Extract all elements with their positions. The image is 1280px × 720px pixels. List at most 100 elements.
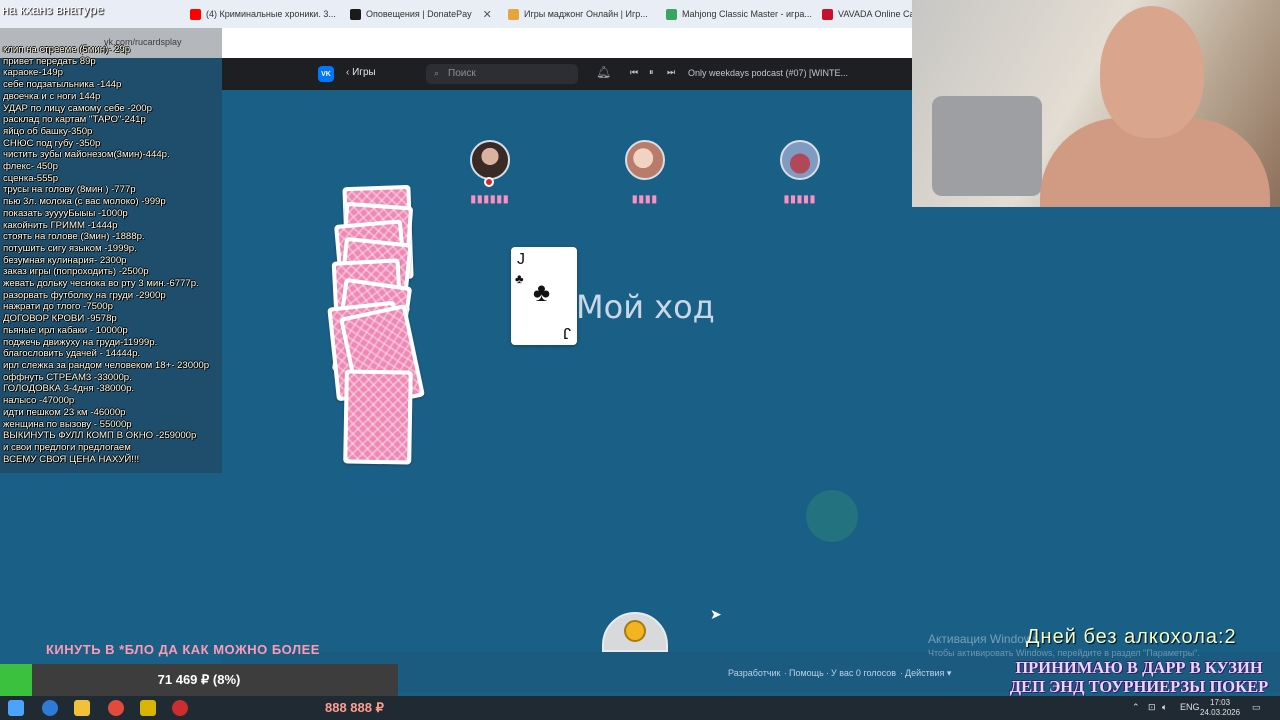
price-list-item: нажрати до тлого -7500р [3,301,113,313]
price-list-panel: клип на стрееме (5мин)- 29р привет переда… [0,28,222,473]
price-list-item: пью 3л. молока (с вас молоко) -999р [3,196,166,208]
price-list-item: пьяные ирл кабаки - 10000р [3,324,128,336]
opponent-1[interactable]: ▮▮▮▮▮▮ [460,140,520,205]
streamer-face [1100,6,1204,138]
edge-icon[interactable] [42,700,58,716]
back-label: Игры [352,67,376,78]
tab-criminal[interactable]: (4) Криминальные хроники. 3... ✕ [190,4,340,24]
price-list-item: ГОЛОДОВКА 3-4дня -38000р. [3,383,135,395]
club-icon: ♣ [533,277,551,307]
app-icon[interactable] [140,700,156,716]
windows-activation-watermark: Активация Windows [928,632,1039,646]
clock-date: 24.03.2026 [1200,708,1241,717]
tab-donatepay[interactable]: Оповещения | DonatePay ✕ [350,4,500,24]
bell-icon[interactable]: 🔔︎ [596,65,611,79]
avatar [470,140,510,180]
donatepay-icon [350,8,361,20]
price-list-item: СНЮС под губу -350р [3,137,101,149]
network-icon[interactable]: ⊡ [1148,702,1156,713]
played-card[interactable]: J ♣ ♣ J [511,247,577,345]
darr-banner: ПРИНИМАЮ В ДАРР В КУЗИН ДЕП ЭНД ТОУРНИЕР… [998,658,1280,696]
price-list-item: чистить зубы майонезом(3мин)-444р. [3,149,170,161]
now-playing-track[interactable]: Only weekdays podcast (#07) [WINTE... [688,68,848,78]
webcam-feed [912,0,1280,207]
tab-label: Mahjong Classic Master - игра... [682,9,812,19]
price-list-item: ВЫКИНУТЬ ФУЛЛ КОМП В ОКНО -259000р [3,430,197,442]
price-list-item: благословить удачей - 14444р. [3,348,141,360]
price-list-item: себе подзатыльника -144р [3,79,122,91]
chat-bubble-icon[interactable] [806,490,858,542]
tab-label: VAVADA Online Casi... [838,9,912,19]
darr-line: ПРИНИМАЮ В ДАРР В КУЗИН [1015,658,1263,677]
game-table: ▮▮▮▮▮▮ ▮▮▮▮ ▮▮▮▮▮ J ♣ ♣ J Мой ход ➤ [222,90,912,652]
price-list-item: ирл слежка за рандом человеком 18+- 2300… [3,359,210,371]
back-to-games-button[interactable]: ‹ Игры [346,67,376,78]
card-back [343,369,413,465]
price-list-item: и свои предлоги предлогаем [3,441,131,453]
price-list-item: оффнуть СТРЕАМ3 -33000р. [3,371,132,383]
price-list-item: показать зууууБыыы -1000р [3,207,128,219]
card-rank: J [563,324,571,341]
actions-dropdown[interactable]: Действия ▾ [905,668,951,679]
tab-label: Оповещения | DonatePay [366,9,472,19]
folder-icon[interactable] [74,700,90,716]
developer-link[interactable]: Разработчик [728,668,780,678]
help-link[interactable]: Помощь [789,668,824,678]
windows-activation-hint: Чтобы активировать Windows, перейдите в … [928,648,1200,658]
votes-link[interactable]: У вас 0 голосов [831,668,896,678]
tab-label: Игры маджонг Онлайн | Игр... [524,9,648,19]
search-icon: ⌕ [434,68,440,78]
avatar [625,140,665,180]
youtube-icon [190,8,201,20]
price-list-item: привет передать 89р [3,55,96,67]
vk-logo-icon[interactable]: VK [318,66,334,82]
price-list-item: потушить сигу языком -1999р. [3,242,137,254]
active-player-indicator [484,177,494,187]
language-indicator[interactable]: ENG [1180,702,1200,712]
price-list-item: поджечь движуху на груди-11999р. [3,336,158,348]
club-icon: ♣ [515,271,524,286]
separator: · [826,668,829,678]
price-list-item: УДАР по лицу самому себе -200р [3,102,152,114]
price-list-item: жевать дольку чеснока во рту 3 мин.-6777… [3,278,199,290]
chrome-icon[interactable] [108,700,124,716]
days-sober-counter: Дней без алкохола:2 [1026,626,1237,648]
price-list-item: заказ игры (попроходить) -2500р [3,266,149,278]
pause-icon[interactable]: ⏸ [649,67,654,78]
tab-vavada[interactable]: VAVADA Online Casi... [822,4,912,24]
turn-status: Мой ход [576,288,715,326]
search-input[interactable]: ⌕ Поиск [426,64,578,84]
opponent-3[interactable]: ▮▮▮▮▮ [770,140,830,205]
overlay-title: на кханз внатуре [2,2,104,17]
opponent-2[interactable]: ▮▮▮▮ [615,140,675,205]
system-clock[interactable]: 17:03 24.03.2026 [1200,698,1240,718]
tab-label: (4) Криминальные хроники. 3... [206,9,336,19]
price-list-item: ДОГОВОР КРОВИ -9578р [3,313,117,325]
price-list-item: двоечка и с ноги 144р [3,90,101,102]
player-name: ▮▮▮▮▮▮ [470,194,510,205]
my-avatar[interactable] [602,612,668,652]
volume-icon[interactable]: 🔈︎ [1162,702,1167,713]
previous-track-icon[interactable]: ⏮ [630,67,638,78]
price-list-item: клип на стрееме (5мин)- 29р [3,44,131,55]
price-list-item: караоке-149р [3,67,63,79]
mahjong-icon [508,8,519,20]
tab-mahjong-classic[interactable]: Mahjong Classic Master - игра... ✕ [666,4,816,24]
donation-counter: 888 888 ₽ [325,700,384,715]
price-list-item: какойнить ГРИММ -1444р [3,219,118,231]
obs-icon[interactable] [172,700,188,716]
close-icon[interactable]: ✕ [483,8,492,21]
start-icon[interactable] [8,700,24,716]
avatar [780,140,820,180]
price-list-item: безумная кулинария- 2300р [3,254,127,266]
separator: · [900,668,903,678]
tray-chevron-icon[interactable]: ⌃ [1132,702,1140,713]
separator: · [784,668,787,678]
mahjong-icon [666,8,677,20]
tab-mahjong-games[interactable]: Игры маджонг Онлайн | Игр... ✕ [508,4,658,24]
price-list-item: идти пешком 23 км -46000р [3,406,126,418]
notifications-icon[interactable]: ▭ [1252,702,1261,713]
vk-header: VK ‹ Игры ⌕ Поиск 🔔︎ ⏮ ⏸ ⏭ Only weekdays… [222,58,912,90]
next-track-icon[interactable]: ⏭ [667,67,675,78]
donation-ticker: КИНУТЬ В *БЛО ДА КАК МОЖНО БОЛЕЕ [46,642,320,657]
